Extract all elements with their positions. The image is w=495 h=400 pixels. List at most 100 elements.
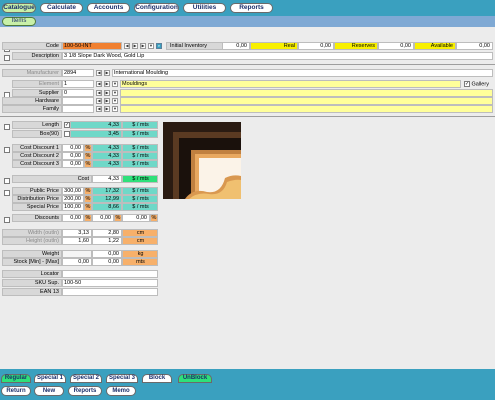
height-inner-field[interactable]: 1,60 [62,237,92,245]
code-label: Code [2,42,62,50]
discount-3-field[interactable]: 0,00 [122,214,150,222]
distribution-price-value[interactable]: 12,99 [92,195,122,203]
element-next-icon[interactable]: ▶ [104,81,110,87]
height-outer-field[interactable]: 1,22 [92,237,122,245]
cost-discount-3-pct[interactable]: 0,00 [62,160,84,168]
hardware-prev-icon[interactable]: ◀ [96,98,102,104]
manufacturer-prev-icon[interactable]: ◀ [96,70,102,76]
description-field[interactable]: 3 1/8 Slope Dark Wood, Gold Lip [62,52,493,60]
box-value[interactable]: 3,45 [70,130,122,138]
family-prev-icon[interactable]: ◀ [96,106,102,112]
discount-1-field[interactable]: 0,00 [62,214,84,222]
search-icon[interactable]: ⌕ [156,43,162,49]
supplier-prev-icon[interactable]: ◀ [96,90,102,96]
hardware-code-field[interactable] [62,97,94,105]
percent-sign: % [84,214,92,222]
description-checkbox[interactable] [4,55,10,61]
tab-regular[interactable]: Regular [1,374,31,383]
tab-block[interactable]: Block [142,374,172,383]
view-tab-bar: Regular Special 1 Special 2 Special 3 Bl… [0,369,495,384]
length-value[interactable]: 4,33 [70,121,122,129]
available-label: Available [414,42,456,50]
dropdown-icon[interactable]: ▼ [148,43,154,49]
tab-items[interactable]: Items [2,17,36,26]
locator-field[interactable] [62,270,158,278]
width-inner-field[interactable]: 3,13 [62,229,92,237]
initial-inventory-field[interactable]: 0,00 [222,42,250,50]
discounts-checkbox[interactable] [4,217,10,223]
special-price-value[interactable]: 8,66 [92,203,122,211]
tab-unblock[interactable]: UnBlock [178,374,212,383]
length-checkbox[interactable] [4,124,10,130]
element-code-field[interactable]: 1 [62,80,94,88]
real-field[interactable]: 0,00 [298,42,334,50]
discounts-label: Discounts [12,214,62,222]
family-next-icon[interactable]: ▶ [104,106,110,112]
tab-special-3[interactable]: Special 3 [106,374,138,383]
ean13-field[interactable] [62,288,158,296]
special-price-pct[interactable]: 100,00 [62,203,84,211]
memo-button[interactable]: Memo [106,386,136,396]
reserves-field[interactable]: 0,00 [378,42,414,50]
gallery-checkbox[interactable]: ✓ [464,81,470,87]
reports-button[interactable]: Reports [68,386,102,396]
width-outer-field[interactable]: 2,80 [92,229,122,237]
tab-special-2[interactable]: Special 2 [70,374,102,383]
tab-configuration[interactable]: Configuration [134,3,179,13]
supplier-name-field[interactable] [120,89,493,97]
cost-checkbox[interactable] [4,178,10,184]
tab-reports[interactable]: Reports [230,3,273,13]
cost-discount-1-value[interactable]: 4,33 [92,144,122,152]
first-record-icon[interactable]: ◀ [124,43,130,49]
hardware-dropdown-icon[interactable]: ▼ [112,98,118,104]
element-dropdown-icon[interactable]: ▼ [112,81,118,87]
manufacturer-next-icon[interactable]: ▶ [104,70,110,76]
available-field[interactable]: 0,00 [456,42,493,50]
price-checkbox[interactable] [4,190,10,196]
hardware-name-field[interactable] [120,97,493,105]
element-prev-icon[interactable]: ◀ [96,81,102,87]
tab-catalogue[interactable]: Catalogue [2,3,36,13]
supplier-dropdown-icon[interactable]: ▼ [112,90,118,96]
width-label: Width (outln) [2,229,62,237]
tab-accounts[interactable]: Accounts [87,3,130,13]
new-button[interactable]: New [34,386,64,396]
stock-min-field[interactable]: 0,00 [62,258,92,266]
return-button[interactable]: Return [1,386,31,396]
weight-field[interactable]: 0,00 [92,250,122,258]
element-name-field[interactable]: Mouldings [120,80,461,88]
manufacturer-name-field[interactable]: International Moulding [112,69,493,77]
distribution-price-pct[interactable]: 200,00 [62,195,84,203]
manufacturer-code-field[interactable]: 2894 [62,69,94,77]
cost-discount-3-unit: $ / mts [122,160,158,168]
family-name-field[interactable] [120,105,493,113]
cost-value[interactable]: 4,33 [92,175,122,183]
family-code-field[interactable] [62,105,94,113]
tab-utilities[interactable]: Utilities [183,3,226,13]
family-dropdown-icon[interactable]: ▼ [112,106,118,112]
cost-discount-2-value[interactable]: 4,33 [92,152,122,160]
cost-discount-3-value[interactable]: 4,33 [92,160,122,168]
sku-sup-field[interactable]: 100-50 [62,279,158,287]
length-label: Length [12,121,62,129]
stock-max-field[interactable]: 0,00 [92,258,122,266]
cost-discount-1-pct[interactable]: 0,00 [62,144,84,152]
percent-sign: % [84,203,92,211]
public-price-value[interactable]: 17,32 [92,187,122,195]
supplier-code-field[interactable]: 0 [62,89,94,97]
locator-label: Locator [2,270,62,278]
tab-special-1[interactable]: Special 1 [34,374,66,383]
next-record-icon[interactable]: ▶ [132,43,138,49]
cost-discount-2-pct[interactable]: 0,00 [62,152,84,160]
percent-sign: % [84,152,92,160]
discount-2-field[interactable]: 0,00 [92,214,114,222]
cost-discount-checkbox[interactable] [4,147,10,153]
prev-record-icon[interactable]: ▶ [140,43,146,49]
tab-calculate[interactable]: Calculate [40,3,83,13]
hardware-next-icon[interactable]: ▶ [104,98,110,104]
code-field[interactable]: 100-50-INT [62,42,122,50]
gallery-option[interactable]: ✓ Gallery [462,80,493,88]
ean13-label: EAN 13 [2,288,62,296]
public-price-pct[interactable]: 300,00 [62,187,84,195]
supplier-next-icon[interactable]: ▶ [104,90,110,96]
